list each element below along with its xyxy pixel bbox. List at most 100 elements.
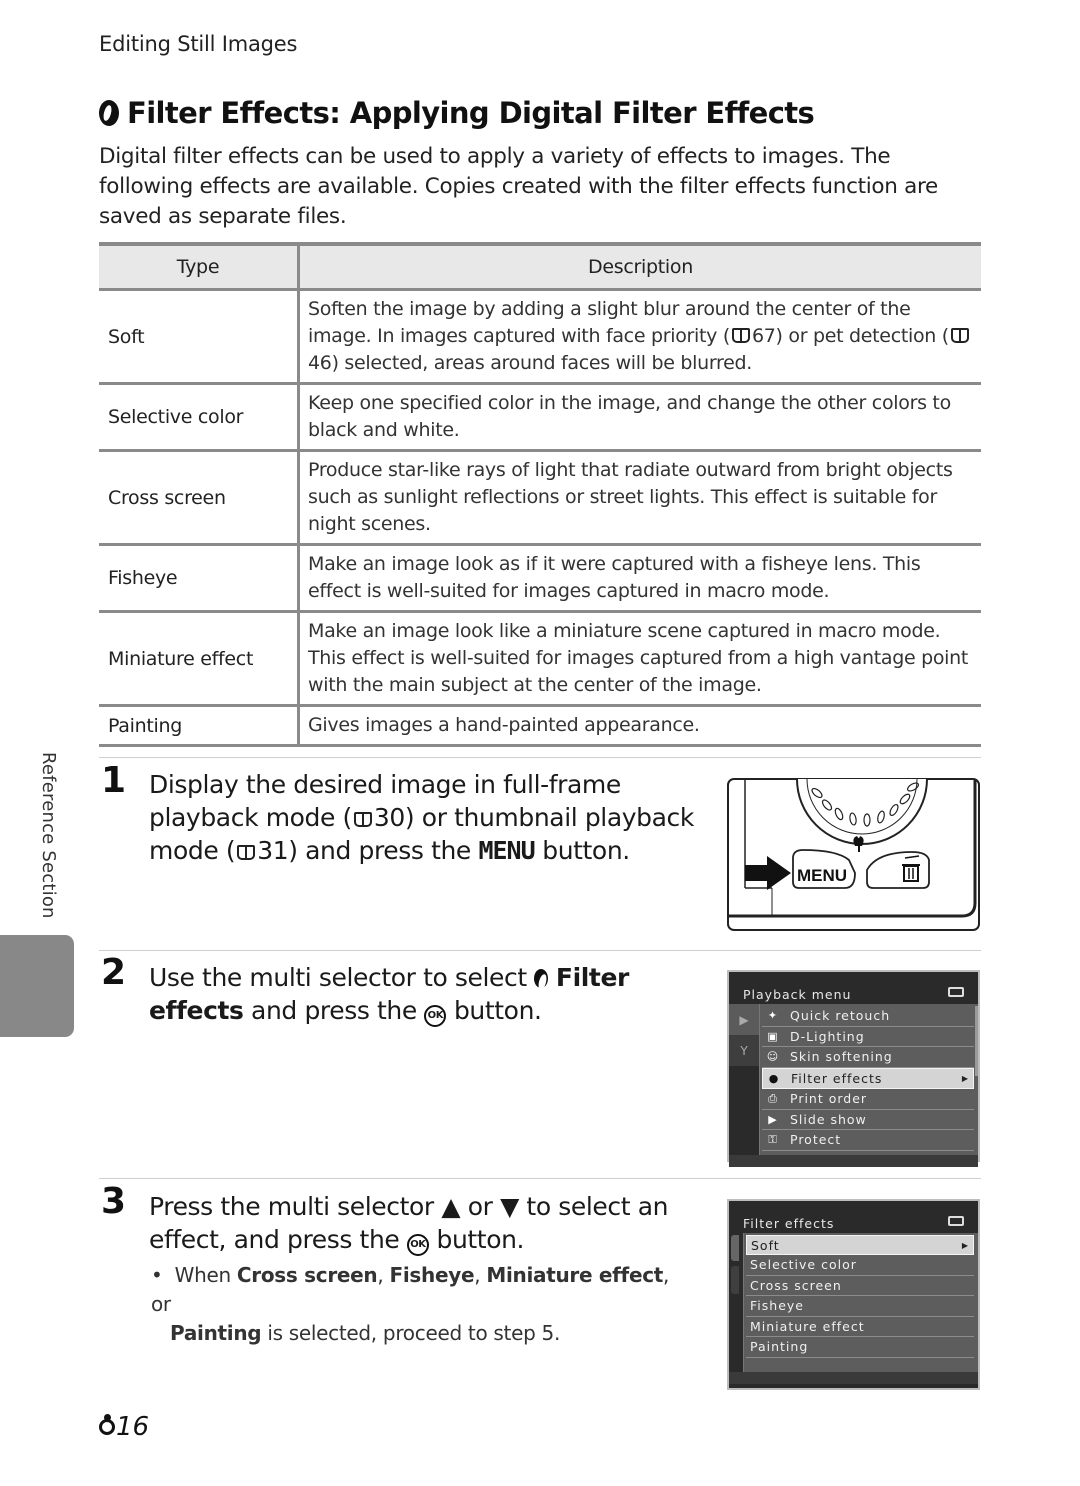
filter-effects-icon xyxy=(99,100,119,126)
tab-stub xyxy=(731,1235,739,1261)
step-text: button. xyxy=(428,1225,525,1254)
page-title-text: Filter Effects: Applying Digital Filter … xyxy=(127,96,815,130)
table-row: Selective color Keep one specified color… xyxy=(99,383,981,452)
table-row: Painting Gives images a hand-painted app… xyxy=(99,705,981,747)
menu-item-protect[interactable]: ⚿ Protect xyxy=(762,1130,974,1151)
d-lighting-icon: ▣ xyxy=(767,1029,779,1043)
ok-button-glyph: OK xyxy=(406,1233,429,1256)
step-text: button. xyxy=(446,996,542,1025)
menu-item-label: Filter effects xyxy=(791,1070,883,1086)
side-section-tab xyxy=(0,935,74,1037)
reference-section-icon xyxy=(99,1414,115,1435)
step-number: 2 xyxy=(101,952,127,993)
step-instruction: Display the desired image in full-frame … xyxy=(149,768,709,867)
page-number-value: 16 xyxy=(116,1412,150,1442)
filter-option-soft[interactable]: Soft ▶ xyxy=(746,1235,974,1255)
option-label: Painting xyxy=(750,1339,809,1355)
lcd-body: Soft ▶ Selective color Cross screen Fishe… xyxy=(729,1233,978,1372)
description-cell: Gives images a hand-painted appearance. xyxy=(298,705,981,747)
menu-item-print-order[interactable]: ⎙ Print order xyxy=(762,1089,974,1110)
step-instruction: Press the multi selector ▲ or ▼ to selec… xyxy=(149,1190,709,1256)
lcd-header: Filter effects xyxy=(729,1201,978,1233)
type-cell: Soft xyxy=(99,289,300,385)
ok-button-glyph: OK xyxy=(424,1004,447,1027)
submenu-arrow-icon: ▶ xyxy=(961,1073,969,1083)
menu-item-label: Skin softening xyxy=(790,1049,893,1065)
menu-item-skin-softening[interactable]: ☺ Skin softening xyxy=(762,1047,974,1068)
playback-tab-icon[interactable]: ▶ xyxy=(729,1004,759,1035)
section-label: Editing Still Images xyxy=(99,32,298,56)
submenu-arrow-icon: ▶ xyxy=(961,1240,969,1250)
book-reference-icon xyxy=(731,328,750,343)
filter-option-painting[interactable]: Painting xyxy=(746,1337,974,1358)
filter-effects-icon xyxy=(534,969,549,988)
filter-effects-table: Type Description Soft Soften the image b… xyxy=(99,242,981,747)
note-text: , xyxy=(377,1263,390,1287)
print-order-icon: ⎙ xyxy=(768,1091,778,1105)
filter-option-selective-color[interactable]: Selective color xyxy=(746,1255,974,1276)
playback-menu-screen: Playback menu ▶ Y ✦ Quick retouch ▣ D-Ligh… xyxy=(727,970,980,1167)
lcd-footer xyxy=(729,1372,978,1384)
side-section-label: Reference Section xyxy=(38,752,59,919)
table-row: Miniature effect Make an image look like… xyxy=(99,611,981,707)
tab-stub xyxy=(731,1266,739,1294)
table-header-row: Type Description xyxy=(99,242,981,291)
menu-item-filter-effects[interactable]: ● Filter effects ▶ xyxy=(762,1067,974,1089)
menu-item-d-lighting[interactable]: ▣ D-Lighting xyxy=(762,1027,974,1047)
note-bold: Fisheye xyxy=(389,1263,475,1287)
playback-menu-list: ✦ Quick retouch ▣ D-Lighting ☺ Skin softeni… xyxy=(759,1004,978,1155)
filter-effects-list: Soft ▶ Selective color Cross screen Fishe… xyxy=(743,1233,978,1372)
step-text: Use the multi selector to select xyxy=(149,963,535,992)
column-header-type: Type xyxy=(99,242,300,291)
page-number: 16 xyxy=(99,1412,149,1442)
type-cell: Miniature effect xyxy=(99,611,300,707)
filter-option-cross-screen[interactable]: Cross screen xyxy=(746,1276,974,1296)
step-note: • When Cross screen, Fisheye, Miniature … xyxy=(151,1261,691,1348)
note-bold: Cross screen xyxy=(236,1263,378,1287)
note-bold: Painting xyxy=(170,1321,262,1345)
lcd-title: Filter effects xyxy=(743,1216,835,1231)
step-text: 31) and press the xyxy=(257,836,479,865)
protect-icon: ⚿ xyxy=(768,1132,778,1146)
description-cell: Make an image look as if it were capture… xyxy=(298,544,981,613)
option-label: Cross screen xyxy=(750,1277,842,1293)
intro-paragraph: Digital filter effects can be used to ap… xyxy=(99,144,938,229)
option-label: Soft xyxy=(751,1237,780,1253)
lcd-left-strip xyxy=(729,1233,743,1372)
lcd-title: Playback menu xyxy=(743,987,852,1002)
step-text: Press the multi selector xyxy=(149,1192,442,1221)
type-cell: Selective color xyxy=(99,383,300,452)
menu-button-glyph: MENU xyxy=(478,836,535,865)
setup-tab-icon[interactable]: Y xyxy=(729,1035,759,1066)
tab-spacer xyxy=(729,1066,759,1149)
step-number: 1 xyxy=(101,760,127,801)
filter-option-fisheye[interactable]: Fisheye xyxy=(746,1296,974,1317)
skin-softening-icon: ☺ xyxy=(766,1050,780,1064)
bullet-icon: • xyxy=(151,1263,175,1287)
filter-option-miniature-effect[interactable]: Miniature effect xyxy=(746,1317,974,1337)
column-header-description: Description xyxy=(298,242,981,291)
description-cell: Keep one specified color in the image, a… xyxy=(298,383,981,452)
step-text: and press the xyxy=(243,996,425,1025)
divider xyxy=(99,1178,981,1179)
menu-item-label: Print order xyxy=(790,1091,868,1107)
table-row: Cross screen Produce star-like rays of l… xyxy=(99,450,981,546)
menu-item-slide-show[interactable]: ▶ Slide show xyxy=(762,1110,974,1130)
divider xyxy=(99,950,981,951)
battery-icon xyxy=(948,1216,964,1226)
step-instruction: Use the multi selector to select Filter … xyxy=(149,961,709,1027)
note-bold: Miniature effect xyxy=(486,1263,664,1287)
note-text: When xyxy=(174,1263,237,1287)
book-reference-icon xyxy=(353,812,372,827)
divider xyxy=(99,757,981,758)
menu-item-quick-retouch[interactable]: ✦ Quick retouch xyxy=(762,1006,974,1027)
menu-item-label: D-Lighting xyxy=(790,1028,865,1044)
up-arrow-icon: ▲ xyxy=(441,1192,461,1221)
step-text: or xyxy=(460,1192,501,1221)
battery-icon xyxy=(948,987,964,997)
table-row: Soft Soften the image by adding a slight… xyxy=(99,289,981,385)
filter-effects-menu-screen: Filter effects Soft ▶ Selective color Cro… xyxy=(727,1199,980,1390)
book-reference-icon xyxy=(237,845,256,860)
down-arrow-icon: ▼ xyxy=(500,1192,519,1221)
scrollbar[interactable] xyxy=(975,1006,978,1076)
